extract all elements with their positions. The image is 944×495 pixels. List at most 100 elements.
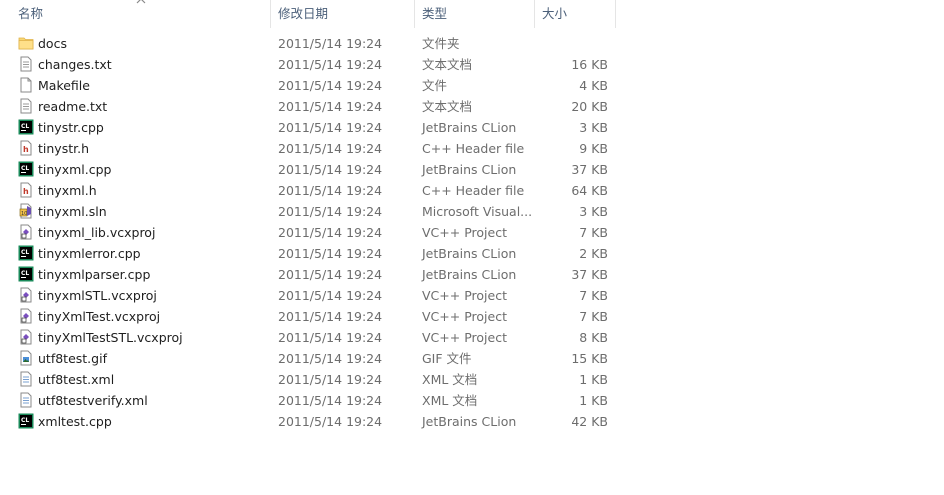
file-size: 42 KB: [571, 414, 608, 429]
svg-text:CL: CL: [21, 417, 29, 424]
file-name: tinystr.cpp: [38, 120, 104, 135]
file-size: 20 KB: [571, 99, 608, 114]
file-size: 1 KB: [579, 393, 608, 408]
column-divider[interactable]: [270, 0, 271, 28]
column-header-type[interactable]: 类型: [422, 0, 447, 28]
file-row[interactable]: h tinystr.h 2011/5/14 19:24 C++ Header file…: [0, 138, 616, 159]
file-size: 15 KB: [571, 351, 608, 366]
file-row[interactable]: changes.txt 2011/5/14 19:24 文本文档 16 KB: [0, 54, 616, 75]
file-type: C++ Header file: [422, 183, 525, 198]
clion-icon: CL: [18, 161, 34, 177]
clion-icon: CL: [18, 413, 34, 429]
column-header-size[interactable]: 大小: [542, 0, 567, 28]
file-name: xmltest.cpp: [38, 414, 112, 429]
file-size: 3 KB: [579, 204, 608, 219]
file-type: VC++ Project: [422, 225, 507, 240]
file-row[interactable]: utf8test.xml 2011/5/14 19:24 XML 文档 1 KB: [0, 369, 616, 390]
file-name: Makefile: [38, 78, 90, 93]
column-header-date[interactable]: 修改日期: [278, 0, 328, 28]
file-size: 3 KB: [579, 120, 608, 135]
file-size: 7 KB: [579, 309, 608, 324]
file-name: utf8test.xml: [38, 372, 115, 387]
image-file-icon: [18, 350, 34, 366]
file-modified-date: 2011/5/14 19:24: [278, 246, 383, 261]
file-modified-date: 2011/5/14 19:24: [278, 183, 383, 198]
file-modified-date: 2011/5/14 19:24: [278, 225, 383, 240]
file-modified-date: 2011/5/14 19:24: [278, 288, 383, 303]
file-name: utf8test.gif: [38, 351, 107, 366]
clion-icon: CL: [18, 266, 34, 282]
file-name: utf8testverify.xml: [38, 393, 148, 408]
generic-file-icon: [18, 77, 34, 93]
file-row[interactable]: utf8testverify.xml 2011/5/14 19:24 XML 文档 1…: [0, 390, 616, 411]
file-name: tinyxmlerror.cpp: [38, 246, 141, 261]
file-name: tinyxml_lib.vcxproj: [38, 225, 156, 240]
file-row[interactable]: utf8test.gif 2011/5/14 19:24 GIF 文件 15 KB: [0, 348, 616, 369]
file-type: 文本文档: [422, 99, 473, 114]
vcxproj-icon: [18, 308, 34, 324]
file-name: tinyXmlTest.vcxproj: [38, 309, 161, 324]
clion-icon: CL: [18, 245, 34, 261]
text-file-icon: [18, 98, 34, 114]
file-row[interactable]: CL tinyxml.cpp 2011/5/14 19:24 JetBrains CL…: [0, 159, 616, 180]
file-row[interactable]: CL xmltest.cpp 2011/5/14 19:24 JetBrains CL…: [0, 411, 616, 432]
file-row[interactable]: docs 2011/5/14 19:24 文件夹: [0, 33, 616, 54]
file-modified-date: 2011/5/14 19:24: [278, 267, 383, 282]
file-type: 文件夹: [422, 36, 460, 51]
file-size: 37 KB: [571, 267, 608, 282]
file-row[interactable]: readme.txt 2011/5/14 19:24 文本文档 20 KB: [0, 96, 616, 117]
file-name: tinystr.h: [38, 141, 89, 156]
file-row[interactable]: tinyxmlSTL.vcxproj 2011/5/14 19:24 VC++ Pr…: [0, 285, 616, 306]
svg-text:CL: CL: [21, 249, 29, 256]
solution-file-icon: 10: [18, 203, 34, 219]
file-row[interactable]: tinyXmlTestSTL.vcxproj 2011/5/14 19:24 VC+…: [0, 327, 616, 348]
text-file-icon: [18, 56, 34, 72]
file-size: 37 KB: [571, 162, 608, 177]
svg-text:h: h: [23, 145, 29, 154]
file-type: JetBrains CLion: [422, 246, 517, 261]
file-row[interactable]: tinyXmlTest.vcxproj 2011/5/14 19:24 VC++ P…: [0, 306, 616, 327]
column-header-name[interactable]: 名称: [18, 0, 43, 28]
column-divider[interactable]: [534, 0, 535, 28]
header-file-icon: h: [18, 140, 34, 156]
file-name: tinyxml.sln: [38, 204, 107, 219]
column-divider[interactable]: [615, 0, 616, 28]
file-name: tinyxmlSTL.vcxproj: [38, 288, 157, 303]
column-header-bar: 名称 修改日期 类型 大小: [0, 0, 616, 28]
file-type: C++ Header file: [422, 141, 525, 156]
file-modified-date: 2011/5/14 19:24: [278, 351, 383, 366]
svg-text:CL: CL: [21, 165, 29, 172]
file-row[interactable]: CL tinystr.cpp 2011/5/14 19:24 JetBrains CL…: [0, 117, 616, 138]
file-modified-date: 2011/5/14 19:24: [278, 204, 383, 219]
file-type: JetBrains CLion: [422, 267, 517, 282]
file-type: XML 文档: [422, 372, 478, 387]
file-size: 9 KB: [579, 141, 608, 156]
file-type: VC++ Project: [422, 309, 507, 324]
clion-icon: CL: [18, 119, 34, 135]
file-name: docs: [38, 36, 67, 51]
file-size: 1 KB: [579, 372, 608, 387]
file-name: tinyXmlTestSTL.vcxproj: [38, 330, 183, 345]
column-divider[interactable]: [414, 0, 415, 28]
header-file-icon: h: [18, 182, 34, 198]
file-size: 4 KB: [579, 78, 608, 93]
file-type: XML 文档: [422, 393, 478, 408]
file-row[interactable]: CL tinyxmlerror.cpp 2011/5/14 19:24 JetBrai…: [0, 243, 616, 264]
file-size: 64 KB: [571, 183, 608, 198]
file-modified-date: 2011/5/14 19:24: [278, 99, 383, 114]
file-modified-date: 2011/5/14 19:24: [278, 414, 383, 429]
file-row[interactable]: Makefile 2011/5/14 19:24 文件 4 KB: [0, 75, 616, 96]
file-type: JetBrains CLion: [422, 414, 517, 429]
file-row[interactable]: h tinyxml.h 2011/5/14 19:24 C++ Header file…: [0, 180, 616, 201]
svg-text:CL: CL: [21, 123, 29, 130]
file-row[interactable]: 10 tinyxml.sln 2011/5/14 19:24 Microsoft Vi…: [0, 201, 616, 222]
file-type: 文本文档: [422, 57, 473, 72]
file-size: 8 KB: [579, 330, 608, 345]
file-modified-date: 2011/5/14 19:24: [278, 393, 383, 408]
file-name: tinyxmlparser.cpp: [38, 267, 151, 282]
file-modified-date: 2011/5/14 19:24: [278, 78, 383, 93]
file-row[interactable]: tinyxml_lib.vcxproj 2011/5/14 19:24 VC++ P…: [0, 222, 616, 243]
svg-text:CL: CL: [21, 270, 29, 277]
file-row[interactable]: CL tinyxmlparser.cpp 2011/5/14 19:24 JetBra…: [0, 264, 616, 285]
xml-file-icon: [18, 371, 34, 387]
